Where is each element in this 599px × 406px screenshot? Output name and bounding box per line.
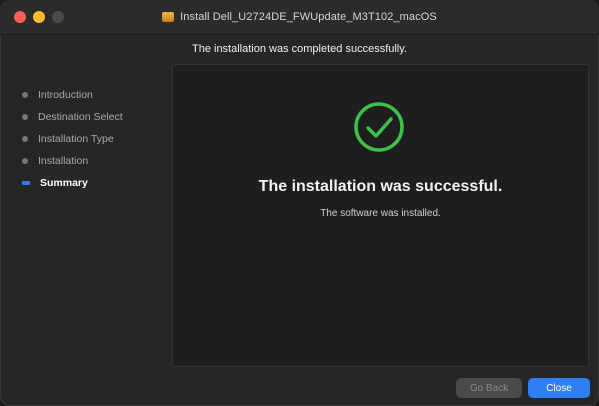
step-label: Destination Select xyxy=(38,111,123,123)
close-button[interactable]: Close xyxy=(528,378,590,398)
step-label: Summary xyxy=(40,177,88,189)
page-subtitle: The installation was completed successfu… xyxy=(191,43,407,55)
title-bar: Install Dell_U2724DE_FWUpdate_M3T102_mac… xyxy=(0,0,599,35)
step-destination-select: Destination Select xyxy=(22,106,162,128)
installer-steps: Introduction Destination Select Installa… xyxy=(22,84,162,194)
content-panel: The installation was successful. The sof… xyxy=(172,64,589,367)
step-bullet-icon xyxy=(22,136,28,142)
step-bullet-icon xyxy=(22,92,28,98)
step-label: Introduction xyxy=(38,89,93,101)
success-title: The installation was successful. xyxy=(258,178,503,195)
go-back-button[interactable]: Go Back xyxy=(456,378,522,398)
step-installation: Installation xyxy=(22,150,162,172)
package-icon xyxy=(162,12,175,22)
step-label: Installation Type xyxy=(38,133,114,145)
step-summary: Summary xyxy=(22,172,162,194)
step-introduction: Introduction xyxy=(22,84,162,106)
installer-window: Install Dell_U2724DE_FWUpdate_M3T102_mac… xyxy=(0,0,599,406)
step-installation-type: Installation Type xyxy=(22,128,162,150)
window-title: Install Dell_U2724DE_FWUpdate_M3T102_mac… xyxy=(180,11,437,23)
step-bullet-icon xyxy=(22,158,28,164)
step-bullet-icon xyxy=(22,114,28,120)
window-title-group: Install Dell_U2724DE_FWUpdate_M3T102_mac… xyxy=(0,0,599,34)
success-message: The software was installed. xyxy=(320,208,441,219)
checkmark-circle-icon xyxy=(354,102,404,152)
step-label: Installation xyxy=(38,155,89,167)
active-step-indicator-icon xyxy=(22,181,30,185)
